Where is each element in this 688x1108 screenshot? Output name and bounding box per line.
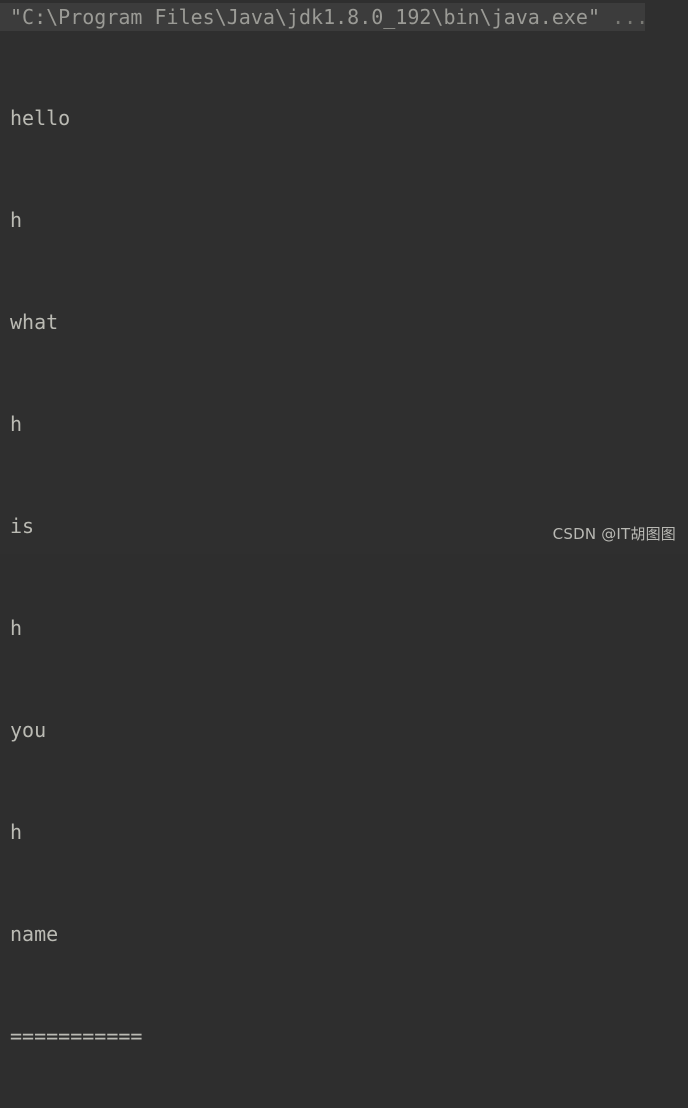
console-line: h <box>10 616 23 640</box>
command-line-ellipsis[interactable]: ... <box>612 5 645 29</box>
run-console-window: "C:\Program Files\Java\jdk1.8.0_192\bin\… <box>0 0 688 1048</box>
watermark: CSDN @IT胡图图 <box>552 525 676 543</box>
console-line: you <box>10 718 47 742</box>
console-line: h <box>10 208 23 232</box>
console-line-separator: =========== <box>10 1024 143 1048</box>
console-line: what <box>10 310 59 334</box>
command-line-row: "C:\Program Files\Java\jdk1.8.0_192\bin\… <box>0 3 645 31</box>
console-line: hello <box>10 106 71 130</box>
console-output[interactable]: hello h what h is h you h name =========… <box>10 33 680 1108</box>
command-line-text: "C:\Program Files\Java\jdk1.8.0_192\bin\… <box>10 3 645 31</box>
console-line: h <box>10 412 23 436</box>
console-line: name <box>10 922 59 946</box>
command-line-command: "C:\Program Files\Java\jdk1.8.0_192\bin\… <box>10 5 613 29</box>
console-line: h <box>10 820 23 844</box>
